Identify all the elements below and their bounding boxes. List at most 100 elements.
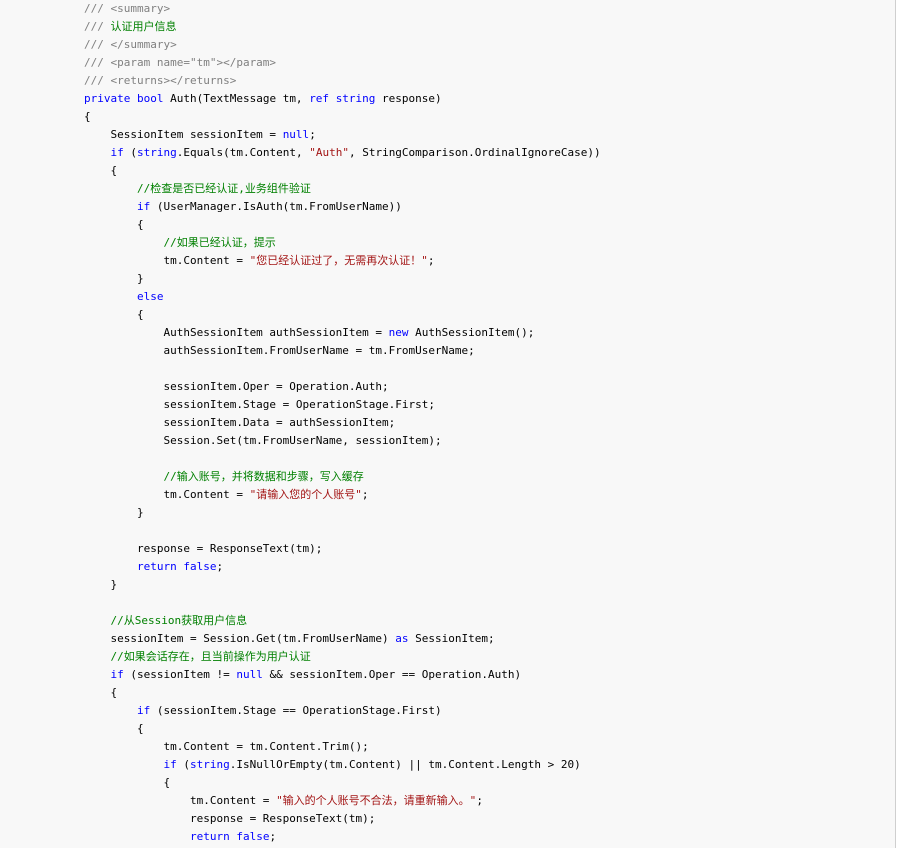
code-token: "请输入您的个人账号"	[249, 488, 362, 501]
code-token: as	[395, 632, 409, 645]
code-line: sessionItem.Stage = OperationStage.First…	[84, 396, 895, 414]
code-token: sessionItem = Session.Get(tm.FromUserNam…	[84, 632, 396, 645]
code-token: (sessionItem.Stage == OperationStage.Fir…	[150, 704, 442, 717]
code-token: //如果会话存在，且当前操作为用户认证	[110, 650, 311, 663]
code-line: sessionItem.Data = authSessionItem;	[84, 414, 895, 432]
code-line: /// <param name="tm"></param>	[84, 54, 895, 72]
code-token: AuthSessionItem();	[408, 326, 535, 339]
code-token: bool	[136, 92, 164, 105]
code-token: {	[84, 110, 91, 123]
code-token: {	[84, 218, 144, 231]
code-token: ;	[269, 830, 277, 843]
code-line: sessionItem = Session.Get(tm.FromUserNam…	[84, 630, 895, 648]
code-token: && sessionItem.Oper == Operation.Auth)	[262, 668, 522, 681]
code-line: //如果已经认证，提示	[84, 234, 895, 252]
code-token: //输入账号，并将数据和步骤，写入缓存	[163, 470, 364, 483]
code-token: //检查是否已经认证,业务组件验证	[136, 182, 311, 195]
code-token: AuthSessionItem authSessionItem =	[84, 326, 389, 339]
code-line: authSessionItem.FromUserName = tm.FromUs…	[84, 342, 895, 360]
code-line: tm.Content = "您已经认证过了，无需再次认证！";	[84, 252, 895, 270]
code-token: SessionItem sessionItem =	[84, 128, 283, 141]
code-token: null	[236, 668, 263, 681]
code-line: if (sessionItem != null && sessionItem.O…	[84, 666, 895, 684]
code-token: {	[84, 722, 144, 735]
code-token: tm.Content = tm.Content.Trim();	[84, 740, 369, 753]
code-token: response = ResponseText(tm);	[84, 542, 323, 555]
code-token: if	[136, 704, 151, 717]
code-line: /// <summary>	[84, 0, 895, 18]
code-token: /// </summary>	[84, 38, 177, 51]
code-token: else	[136, 290, 164, 303]
code-line: {	[84, 774, 895, 792]
code-token: if	[110, 668, 124, 681]
code-token: .Equals(tm.Content,	[176, 146, 310, 159]
code-line: /// <returns></returns>	[84, 72, 895, 90]
code-token: string	[335, 92, 376, 105]
code-token: //如果已经认证，提示	[163, 236, 276, 249]
code-token: return	[136, 560, 177, 573]
code-token: string	[137, 146, 177, 159]
code-token: ;	[216, 560, 224, 573]
code-token: (	[123, 146, 137, 159]
code-token: false	[183, 560, 217, 573]
code-token: ///	[84, 20, 111, 33]
code-line: AuthSessionItem authSessionItem = new Au…	[84, 324, 895, 342]
code-token: string	[189, 758, 230, 771]
code-line: /// </summary>	[84, 36, 895, 54]
code-token: sessionItem.Oper = Operation.Auth;	[84, 380, 389, 393]
code-line: {	[84, 162, 895, 180]
code-line: tm.Content = "输入的个人账号不合法，请重新输入。";	[84, 792, 895, 810]
code-line: }	[84, 576, 895, 594]
code-line: tm.Content = tm.Content.Trim();	[84, 738, 895, 756]
code-line: Session.Set(tm.FromUserName, sessionItem…	[84, 432, 895, 450]
code-token: {	[84, 776, 171, 789]
code-token: private	[84, 92, 131, 105]
code-token: , StringComparison.OrdinalIgnoreCase))	[348, 146, 601, 159]
code-token: ;	[427, 254, 435, 267]
code-line: if (UserManager.IsAuth(tm.FromUserName))	[84, 198, 895, 216]
code-token: return	[189, 830, 230, 843]
code-line: //从Session获取用户信息	[84, 612, 895, 630]
code-token: false	[236, 830, 270, 843]
code-token: }	[84, 272, 144, 285]
code-token: tm.Content =	[84, 254, 250, 267]
code-token: "您已经认证过了，无需再次认证！"	[249, 254, 428, 267]
code-line: //输入账号，并将数据和步骤，写入缓存	[84, 468, 895, 486]
code-line: return false;	[84, 558, 895, 576]
code-token: "输入的个人账号不合法，请重新输入。"	[276, 794, 477, 807]
code-token: tm.Content =	[84, 488, 250, 501]
code-token: (	[176, 758, 190, 771]
code-line: }	[84, 270, 895, 288]
code-token: response)	[375, 92, 442, 105]
code-token: if	[136, 200, 151, 213]
code-line: /// 认证用户信息	[84, 18, 895, 36]
code-token: authSessionItem.FromUserName = tm.FromUs…	[84, 344, 475, 357]
code-line: return false;	[84, 828, 895, 846]
code-token: if	[110, 146, 124, 159]
code-token: null	[282, 128, 310, 141]
code-token: {	[84, 164, 118, 177]
code-token: /// <param name="tm"></param>	[84, 56, 277, 69]
code-line: }	[84, 504, 895, 522]
code-line: else	[84, 288, 895, 306]
code-token: ;	[361, 488, 369, 501]
code-token: //从Session获取用户信息	[110, 614, 248, 627]
code-token: SessionItem;	[408, 632, 495, 645]
code-token: }	[84, 578, 118, 591]
code-token: Auth(TextMessage tm,	[163, 92, 310, 105]
